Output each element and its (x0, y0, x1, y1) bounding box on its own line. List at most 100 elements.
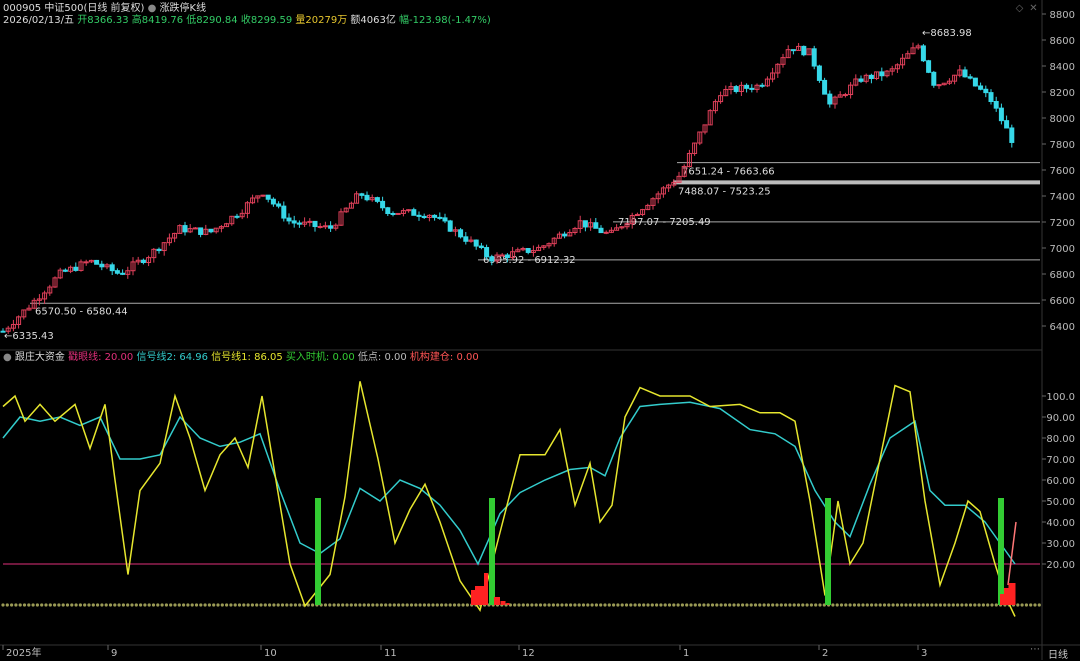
candle-body (447, 220, 453, 232)
base-dot (117, 603, 121, 607)
candle-body (489, 256, 495, 262)
price-tick-label: 7000 (1050, 244, 1075, 255)
base-dot (930, 603, 934, 607)
open-value: 8366.33 (87, 15, 129, 26)
base-dot (513, 603, 517, 607)
indicator-axis: 100.0 90.00 80.00 70.00 60.00 50.00 40.00 30.00… (1042, 392, 1075, 571)
base-dot (835, 603, 839, 607)
indicator-tick-label: 70.00 (1046, 455, 1075, 466)
candle-body (120, 272, 126, 275)
base-dot (61, 603, 65, 607)
base-dot (741, 603, 745, 607)
base-dot (809, 603, 814, 607)
indicator-name[interactable]: 跟庄大资金 (15, 352, 65, 363)
base-dot (745, 603, 749, 607)
base-dot (414, 603, 418, 607)
indicator-tick-label: 20.00 (1046, 560, 1075, 571)
base-dot (753, 603, 758, 607)
base-dot (1020, 603, 1024, 607)
base-dot (839, 603, 844, 607)
base-dot (323, 603, 328, 607)
candle-body (463, 236, 469, 242)
settings-icon[interactable]: ◇ (1014, 3, 1025, 14)
base-dot (706, 603, 710, 607)
base-dot (947, 603, 951, 607)
base-dot (57, 603, 61, 607)
base-dot (775, 603, 779, 607)
base-dot (913, 603, 917, 607)
price-tick-label: 7200 (1050, 218, 1075, 229)
base-dot (732, 603, 736, 607)
candle-body (484, 247, 490, 258)
base-dot (655, 603, 659, 607)
candle-body (208, 228, 214, 233)
base-dot (242, 603, 246, 607)
legend-item: 信号线2: 64.96 (136, 352, 212, 363)
stock-name[interactable]: 中证500 (44, 3, 83, 14)
base-dot (964, 603, 968, 607)
candle-body (801, 45, 807, 56)
base-dot (865, 603, 869, 607)
candle-body (504, 254, 510, 259)
candle-body (411, 209, 417, 216)
base-dot (1037, 603, 1041, 607)
base-dot (108, 603, 113, 607)
base-dot (22, 603, 27, 607)
base-dot (293, 603, 297, 607)
base-dot (70, 603, 74, 607)
base-dot (612, 603, 616, 607)
base-dot (887, 603, 891, 607)
close-icon[interactable]: ✕ (1028, 3, 1039, 14)
base-dot (680, 603, 685, 607)
base-dot (857, 603, 861, 607)
high-value: 8419.76 (141, 15, 184, 26)
base-dot (113, 603, 117, 607)
base-dot (994, 603, 998, 607)
base-dot (18, 603, 22, 607)
candle-body (858, 78, 864, 82)
base-dot (788, 603, 792, 607)
candle-body (73, 266, 79, 271)
indicator-tick-label: 30.00 (1046, 539, 1075, 550)
period-button[interactable]: 日线 (1048, 646, 1068, 661)
base-dot (521, 603, 525, 607)
base-dot (74, 603, 78, 607)
candlesticks (0, 42, 1015, 334)
base-dot (392, 603, 396, 607)
base-dot (465, 603, 469, 607)
base-dot (289, 603, 293, 607)
base-dot (818, 603, 822, 607)
build-bar (1008, 583, 1016, 605)
more-icon[interactable]: ⋯ (1030, 644, 1040, 655)
build-bar (500, 601, 506, 605)
base-dot (259, 603, 263, 607)
time-tick-label: 3 (921, 648, 927, 659)
base-dot (246, 603, 250, 607)
amt-label: 额 (350, 15, 361, 26)
base-dot (169, 603, 173, 607)
base-dot (938, 603, 943, 607)
overlay-name[interactable]: 涨跌停K线 (160, 3, 207, 14)
candle-body (359, 193, 365, 196)
candle-body (281, 205, 287, 219)
indicator-lines (1, 381, 1041, 617)
candle-body (421, 215, 427, 218)
stock-code[interactable]: 000905 (3, 3, 41, 14)
candle-body (437, 216, 443, 219)
candle-body (312, 220, 318, 228)
base-dot (650, 603, 654, 607)
indicator-tick-label: 60.00 (1046, 476, 1075, 487)
zone-label: 7488.07 - 7523.25 (678, 186, 771, 197)
base-dot (130, 603, 134, 607)
annotations: ←6335.43 ←8683.98 (4, 28, 972, 342)
base-dot (237, 603, 242, 607)
base-dot (573, 603, 577, 607)
base-dot (461, 603, 465, 607)
base-dot (182, 603, 186, 607)
base-dot (870, 603, 874, 607)
candle-body (603, 231, 609, 234)
base-dot (526, 603, 530, 607)
base-dot (517, 603, 521, 607)
chart-canvas[interactable]: 6570.50 - 6580.446905.92 - 6912.327197.0… (0, 0, 1080, 660)
candle-body (458, 229, 464, 238)
